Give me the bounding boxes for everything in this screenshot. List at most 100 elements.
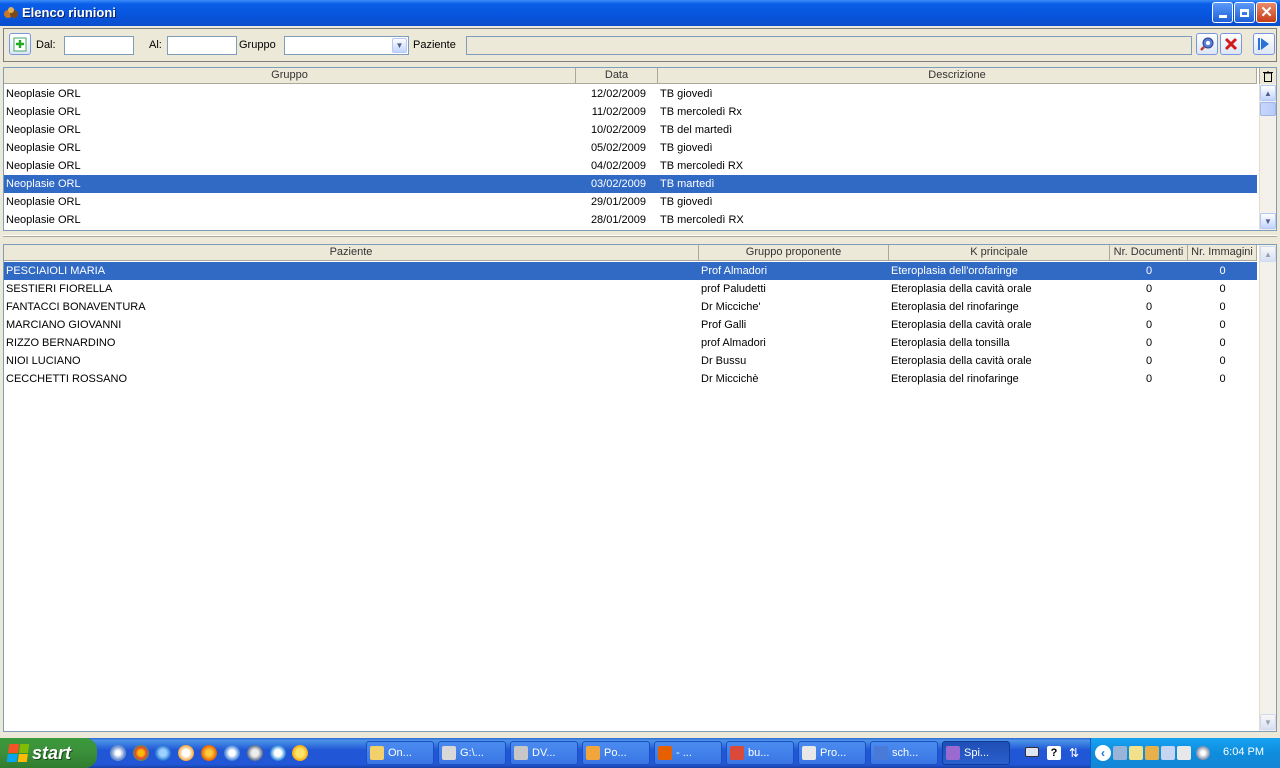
paziente-input[interactable]	[466, 36, 1192, 55]
new-meeting-button[interactable]	[9, 33, 31, 55]
patient-immagini-cell: 0	[1219, 283, 1226, 295]
patient-row[interactable]: FANTACCI BONAVENTURA Dr Micciche' Eteropla…	[4, 298, 1257, 316]
meetings-scrollbar[interactable]: ▲ ▼	[1259, 84, 1276, 230]
firefox-icon[interactable]	[201, 745, 217, 761]
meeting-row[interactable]: Neoplasie ORL 04/02/2009 TB mercoledi RX	[4, 157, 1257, 175]
splitter[interactable]	[3, 233, 1277, 239]
taskbar-button[interactable]: On...	[366, 741, 434, 765]
clear-filter-button[interactable]	[1220, 33, 1242, 55]
meeting-gruppo-cell: Neoplasie ORL	[6, 178, 81, 190]
patient-gruppo-cell: Dr Micciche'	[701, 301, 761, 313]
meeting-row[interactable]: Neoplasie ORL 10/02/2009 TB del martedì	[4, 121, 1257, 139]
media-player-icon[interactable]	[110, 745, 126, 761]
column-header-nr-documenti[interactable]: Nr. Documenti	[1110, 245, 1188, 261]
scroll-up-icon[interactable]: ▲	[1260, 246, 1276, 262]
patient-name-cell: RIZZO BERNARDINO	[6, 337, 116, 349]
drive-icon[interactable]	[1177, 746, 1191, 760]
patient-row[interactable]: RIZZO BERNARDINO prof Almadori Eteroplasia…	[4, 334, 1257, 352]
meeting-data-cell: 05/02/2009	[590, 142, 646, 154]
meeting-row[interactable]: Neoplasie ORL 28/01/2009 TB mercoledì RX	[4, 211, 1257, 229]
meeting-data-cell: 29/01/2009	[590, 196, 646, 208]
chrome-icon[interactable]	[133, 745, 149, 761]
mail-icon	[586, 746, 600, 760]
volume-icon[interactable]	[1196, 746, 1210, 760]
security-icon[interactable]	[1145, 746, 1159, 760]
taskbar-button[interactable]: Pro...	[798, 741, 866, 765]
column-header-data[interactable]: Data	[576, 68, 658, 84]
patient-k-cell: Eteroplasia del rinofaringe	[891, 373, 1019, 385]
patient-row[interactable]: MARCIANO GIOVANNI Prof Galli Eteroplasia d…	[4, 316, 1257, 334]
meeting-data-cell: 04/02/2009	[590, 160, 646, 172]
taskbar-button[interactable]: Spi...	[942, 741, 1010, 765]
column-header-gruppo-proponente[interactable]: Gruppo proponente	[699, 245, 889, 261]
dal-date-input[interactable]	[64, 36, 134, 55]
clock[interactable]: 6:04 PM	[1223, 746, 1264, 758]
network-icon[interactable]	[247, 745, 263, 761]
column-header-paziente[interactable]: Paziente	[4, 245, 699, 261]
al-date-input[interactable]	[167, 36, 237, 55]
help-icon[interactable]: ?	[1047, 746, 1061, 760]
document-icon	[730, 746, 744, 760]
patient-row[interactable]: PESCIAIOLI MARIA Prof Almadori Eteroplasia…	[4, 262, 1257, 280]
keyboard-icon[interactable]	[1025, 747, 1039, 757]
scroll-up-icon[interactable]: ▲	[1260, 85, 1276, 101]
patient-gruppo-cell: Prof Galli	[701, 319, 747, 331]
restore-button[interactable]	[1234, 2, 1255, 23]
column-header-descrizione[interactable]: Descrizione	[658, 68, 1257, 84]
taskbar-button[interactable]: Po...	[582, 741, 650, 765]
meeting-row[interactable]: Neoplasie ORL 11/02/2009 TB mercoledì Rx	[4, 103, 1257, 121]
taskbar-button[interactable]: DV...	[510, 741, 578, 765]
columns-menu-button[interactable]	[1259, 68, 1276, 84]
window-title: Elenco riunioni	[22, 5, 116, 20]
patients-scrollbar[interactable]: ▲ ▼	[1259, 245, 1276, 731]
patient-immagini-cell: 0	[1219, 373, 1226, 385]
meeting-descrizione-cell: TB giovedì	[660, 196, 713, 208]
patient-name-cell: FANTACCI BONAVENTURA	[6, 301, 146, 313]
column-header-k-principale[interactable]: K principale	[889, 245, 1110, 261]
gruppo-select[interactable]: ▼	[284, 36, 409, 55]
messenger-icon[interactable]	[292, 745, 308, 761]
patient-gruppo-cell: Prof Almadori	[701, 265, 768, 277]
next-button[interactable]	[1253, 33, 1275, 55]
search-button[interactable]	[1196, 33, 1218, 55]
minimize-button[interactable]	[1212, 2, 1233, 23]
meeting-row[interactable]: Neoplasie ORL 29/01/2009 TB giovedì	[4, 193, 1257, 211]
meeting-row[interactable]: Neoplasie ORL 12/02/2009 TB giovedì	[4, 85, 1257, 103]
scroll-down-icon[interactable]: ▼	[1260, 213, 1276, 229]
patients-grid: Paziente Gruppo proponente K principale …	[3, 244, 1277, 732]
envelope-icon[interactable]	[1129, 746, 1143, 760]
computer-icon[interactable]	[1161, 746, 1175, 760]
internet-explorer-icon[interactable]	[155, 745, 171, 761]
taskbar-button[interactable]: - ...	[654, 741, 722, 765]
scroll-thumb[interactable]	[1260, 102, 1276, 116]
scroll-down-icon[interactable]: ▼	[1260, 714, 1276, 730]
column-header-nr-immagini[interactable]: Nr. Immagini	[1188, 245, 1257, 261]
meeting-gruppo-cell: Neoplasie ORL	[6, 196, 81, 208]
chevron-down-icon[interactable]: ▼	[392, 38, 407, 53]
patient-row[interactable]: CECCHETTI ROSSANO Dr Miccichè Eteroplasia …	[4, 370, 1257, 388]
start-button[interactable]: start	[0, 738, 97, 768]
taskbar-button[interactable]: bu...	[726, 741, 794, 765]
patient-name-cell: CECCHETTI ROSSANO	[6, 373, 128, 385]
arrows-icon[interactable]: ⇅	[1069, 746, 1083, 760]
monitor-icon[interactable]	[1113, 746, 1127, 760]
chevron-left-icon[interactable]: ‹	[1095, 745, 1111, 761]
settings-icon[interactable]	[224, 745, 240, 761]
mail-icon[interactable]	[178, 745, 194, 761]
meeting-row[interactable]: Neoplasie ORL 05/02/2009 TB giovedì	[4, 139, 1257, 157]
taskbar-button[interactable]: G:\...	[438, 741, 506, 765]
close-window-button[interactable]: ✕	[1256, 2, 1277, 23]
meeting-row[interactable]: Neoplasie ORL 03/02/2009 TB martedì	[4, 175, 1257, 193]
patient-row[interactable]: NIOI LUCIANO Dr Bussu Eteroplasia della ca…	[4, 352, 1257, 370]
player-icon[interactable]	[270, 745, 286, 761]
taskbar-button[interactable]: sch...	[870, 741, 938, 765]
patient-row[interactable]: SESTIERI FIORELLA prof Paludetti Eteroplas…	[4, 280, 1257, 298]
meeting-data-cell: 12/02/2009	[590, 88, 646, 100]
meeting-descrizione-cell: TB giovedì	[660, 88, 713, 100]
patient-documenti-cell: 0	[1145, 301, 1153, 313]
patient-documenti-cell: 0	[1145, 373, 1153, 385]
column-header-gruppo[interactable]: Gruppo	[4, 68, 576, 84]
patient-k-cell: Eteroplasia dell'orofaringe	[891, 265, 1018, 277]
dvd-icon	[514, 746, 528, 760]
app-icon	[4, 7, 18, 18]
